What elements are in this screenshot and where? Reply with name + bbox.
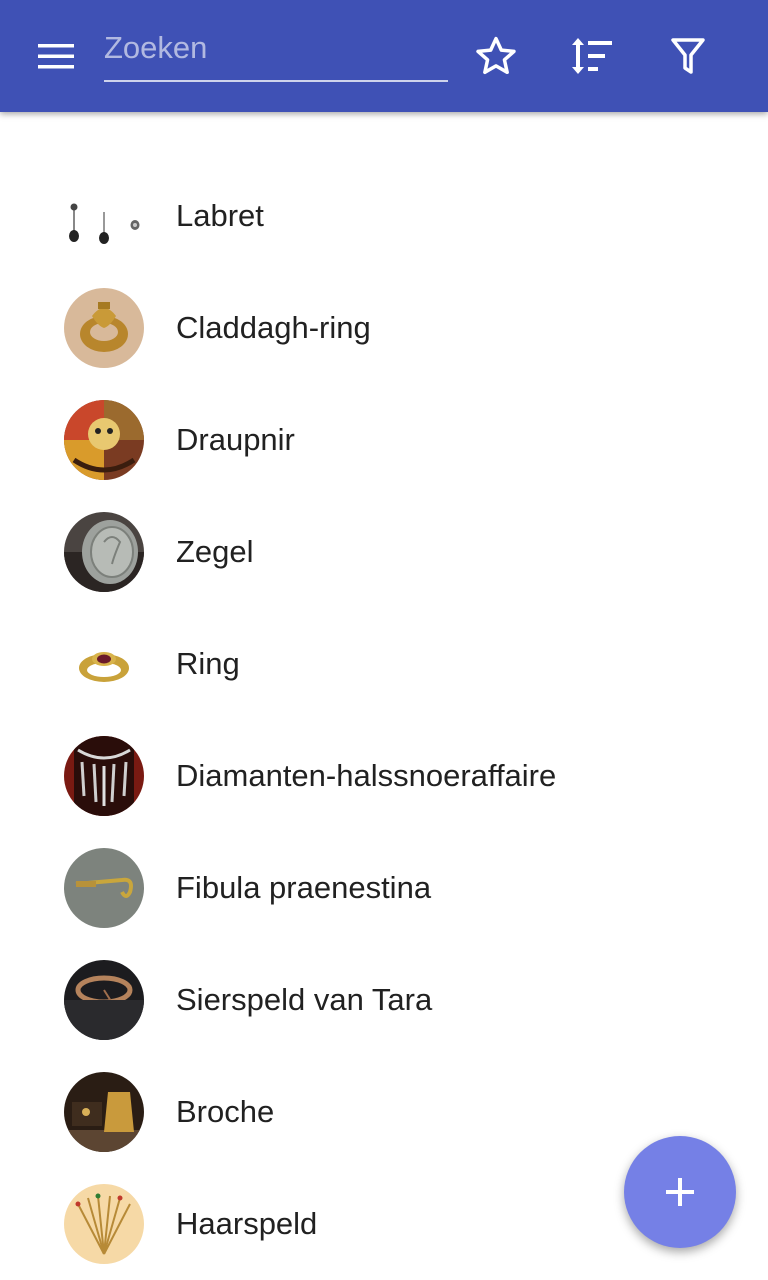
- item-list: Labret Claddagh-ring Draupnir Zegel Ring…: [0, 160, 768, 1280]
- search-field[interactable]: [104, 20, 448, 82]
- list-item[interactable]: Labret: [0, 160, 768, 272]
- search-input[interactable]: [104, 20, 448, 76]
- menu-icon: [38, 44, 74, 69]
- list-item[interactable]: Zegel: [0, 496, 768, 608]
- sort-icon: [572, 38, 612, 74]
- menu-button[interactable]: [24, 32, 88, 80]
- item-label: Zegel: [176, 534, 254, 569]
- app-bar: [0, 0, 768, 112]
- star-outline-icon: [476, 36, 516, 75]
- list-item[interactable]: Claddagh-ring: [0, 272, 768, 384]
- item-thumbnail: [64, 1072, 144, 1152]
- favorites-button[interactable]: [468, 28, 524, 84]
- item-label: Diamanten-halssnoeraffaire: [176, 758, 557, 793]
- list-item[interactable]: Sierspeld van Tara: [0, 944, 768, 1056]
- item-thumbnail: [64, 960, 144, 1040]
- list-item[interactable]: Diamanten-halssnoeraffaire: [0, 720, 768, 832]
- item-label: Fibula praenestina: [176, 870, 432, 905]
- item-label: Draupnir: [176, 422, 295, 457]
- item-label: Haarspeld: [176, 1206, 318, 1241]
- sort-button[interactable]: [564, 28, 620, 84]
- plus-icon: [666, 1178, 694, 1206]
- item-thumbnail: [64, 512, 144, 592]
- filter-icon: [671, 38, 705, 74]
- add-button[interactable]: [624, 1136, 736, 1248]
- list-item[interactable]: Draupnir: [0, 384, 768, 496]
- item-thumbnail: [64, 736, 144, 816]
- filter-button[interactable]: [660, 28, 716, 84]
- item-thumbnail: [64, 624, 144, 704]
- item-thumbnail: [64, 176, 144, 256]
- item-label: Sierspeld van Tara: [176, 982, 433, 1017]
- list-item[interactable]: Fibula praenestina: [0, 832, 768, 944]
- list-item[interactable]: Ring: [0, 608, 768, 720]
- item-thumbnail: [64, 400, 144, 480]
- item-label: Labret: [176, 198, 264, 233]
- item-label: Broche: [176, 1094, 275, 1129]
- item-thumbnail: [64, 1184, 144, 1264]
- item-thumbnail: [64, 288, 144, 368]
- item-label: Claddagh-ring: [176, 310, 371, 345]
- item-thumbnail: [64, 848, 144, 928]
- item-label: Ring: [176, 646, 240, 681]
